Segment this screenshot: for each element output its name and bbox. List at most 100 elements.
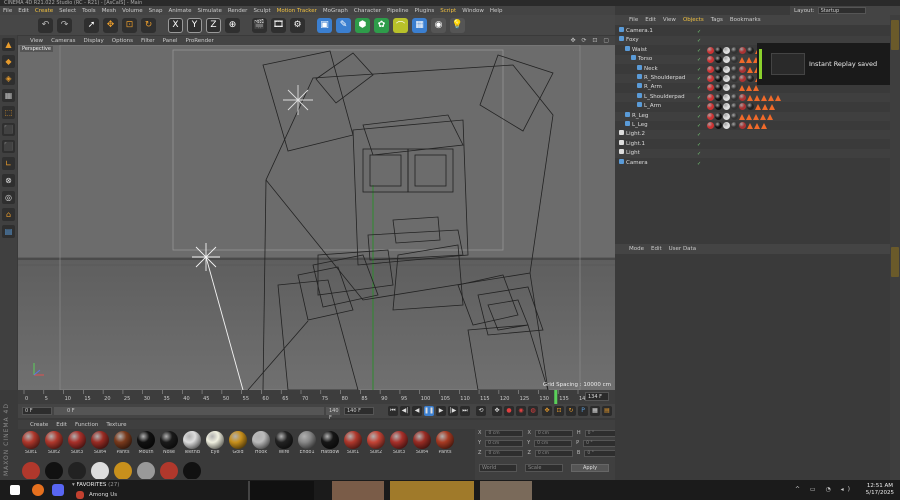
pen-spline-icon[interactable]: ✎	[336, 17, 351, 33]
material-tag-icon[interactable]	[707, 46, 714, 54]
material-tag-icon[interactable]	[723, 75, 730, 82]
game-thumbnail-4[interactable]	[480, 481, 532, 500]
material-tag-icon[interactable]	[739, 65, 746, 73]
current-frame-field[interactable]: 134 F	[585, 392, 609, 401]
viewport-menu-prorender[interactable]: ProRender	[186, 38, 214, 44]
object-name-cell[interactable]: Light	[619, 149, 640, 158]
material-swatch[interactable]: Suit2	[43, 431, 65, 455]
material-tag-icon[interactable]	[731, 93, 738, 101]
cube-primitive-icon[interactable]: ▣	[317, 17, 332, 33]
move-tool-icon[interactable]: ✥	[103, 17, 118, 33]
attributes-side-tab[interactable]	[891, 247, 899, 277]
material-swatch[interactable]: Endo1	[296, 431, 318, 455]
coordinate-field[interactable]: 0 cm	[485, 430, 524, 437]
menu-item-mograph[interactable]: MoGraph	[323, 8, 348, 14]
menu-item-mesh[interactable]: Mesh	[102, 8, 116, 14]
coordinate-mode-dropdown[interactable]: World	[479, 464, 517, 472]
coordinate-size-dropdown[interactable]: Scale	[525, 464, 563, 472]
edges-mode-icon[interactable]: ⬛	[2, 123, 15, 136]
polygons-mode-icon[interactable]: ⬛	[2, 140, 15, 153]
phong-tag-icon[interactable]	[739, 85, 745, 92]
material-tag-icon[interactable]	[723, 56, 730, 64]
scale-key-icon[interactable]: ⊡	[554, 406, 564, 416]
material-swatch[interactable]: Gold	[227, 431, 249, 455]
material-swatch[interactable]: TeethB	[181, 431, 203, 455]
object-row[interactable]: Light.1 ✓	[615, 139, 890, 149]
material-swatch[interactable]: Suit3	[388, 431, 410, 455]
system-tray-icons[interactable]: ^ ▭ ◔ ◂)	[795, 486, 854, 493]
phong-tag-icon[interactable]	[761, 94, 767, 101]
3d-viewport[interactable]: Perspective Grid Spacing : 10000 cm	[18, 45, 615, 390]
snapping-icon[interactable]: ◎	[2, 191, 15, 204]
attribute-menu-user-data[interactable]: User Data	[669, 246, 696, 252]
coordinate-field[interactable]: 0 cm	[485, 440, 524, 447]
material-tag-icon[interactable]	[707, 65, 714, 73]
material-swatch[interactable]: Wire	[273, 431, 295, 455]
material-tag-icon[interactable]	[715, 93, 722, 101]
phong-tag-icon[interactable]	[753, 85, 759, 92]
material-tag-icon[interactable]	[731, 46, 738, 54]
menu-item-help[interactable]: Help	[490, 8, 503, 14]
material-tag-icon[interactable]	[747, 103, 754, 111]
material-swatch[interactable]: HatBow	[319, 431, 341, 455]
object-name-cell[interactable]: Foxy	[619, 36, 639, 45]
workplane-lock-icon[interactable]: ▤	[2, 225, 15, 238]
menu-item-file[interactable]: File	[3, 8, 12, 14]
viewport-nav-icons[interactable]: ✥ ⟳ ⊡ ▢	[571, 37, 611, 44]
phong-tag-icon[interactable]	[767, 113, 773, 120]
material-menu-create[interactable]: Create	[30, 422, 48, 428]
material-swatch[interactable]: Eye	[204, 431, 226, 455]
material-tag-icon[interactable]	[707, 56, 714, 64]
menu-item-window[interactable]: Window	[462, 8, 484, 14]
light-object-icon[interactable]: 💡	[450, 17, 465, 33]
redo-icon[interactable]: ↷	[57, 17, 72, 33]
range-start-handle[interactable]	[54, 407, 64, 415]
subdivision-surface-icon[interactable]: ⬢	[355, 17, 370, 33]
material-tag-icon[interactable]	[731, 56, 738, 64]
timeline-playhead[interactable]	[554, 390, 558, 404]
material-preview-ball[interactable]	[183, 462, 201, 479]
timeline-ruler[interactable]: 0 5 10 15 20 25 30 35 40 45 50 55 60 65 70 75 80 85 90 95 10…	[18, 390, 615, 404]
game-thumbnail-3[interactable]	[390, 481, 474, 500]
object-menu-view[interactable]: View	[663, 17, 676, 23]
material-swatch[interactable]: Pants	[112, 431, 134, 455]
axis-mode-icon[interactable]: ∟	[2, 157, 15, 170]
phong-tag-icon[interactable]	[762, 104, 768, 111]
menu-item-animate[interactable]: Animate	[168, 8, 191, 14]
coordinate-system-icon[interactable]: ⊕	[225, 17, 240, 33]
select-cursor-icon[interactable]: ➚	[84, 17, 99, 33]
attribute-menu-mode[interactable]: Mode	[629, 246, 644, 252]
point-level-animation-icon[interactable]: ▦	[590, 406, 600, 416]
phong-tag-icon[interactable]	[775, 94, 781, 101]
object-name-cell[interactable]: Camera.1	[619, 27, 653, 36]
phong-tag-icon[interactable]	[761, 123, 767, 129]
undo-icon[interactable]: ↶	[38, 17, 53, 33]
object-name-cell[interactable]: Camera	[619, 158, 648, 168]
scale-tool-icon[interactable]: ⊡	[122, 17, 137, 33]
phong-tag-icon[interactable]	[754, 123, 760, 129]
material-swatch[interactable]: Suit2	[365, 431, 387, 455]
material-preview-ball[interactable]	[160, 462, 178, 479]
phong-tag-icon[interactable]	[747, 66, 753, 73]
object-menu-objects[interactable]: Objects	[683, 17, 704, 23]
parameter-key-icon[interactable]: P	[578, 406, 588, 416]
material-preview-ball[interactable]	[114, 462, 132, 479]
menu-item-create[interactable]: Create	[35, 8, 53, 14]
material-swatch[interactable]: Suit1	[20, 431, 42, 455]
go-to-end-icon[interactable]: ⏭	[460, 406, 470, 416]
material-preview-ball[interactable]	[22, 462, 40, 479]
play-forward-icon[interactable]: ❚❚	[424, 406, 434, 416]
object-name-cell[interactable]: R_Leg	[625, 111, 648, 121]
next-frame-icon[interactable]: ▶	[436, 406, 446, 416]
viewport-menu-display[interactable]: Display	[84, 38, 104, 44]
object-row[interactable]: Camera.1 ✓	[615, 27, 890, 36]
object-tags[interactable]	[707, 122, 767, 129]
menu-item-motion-tracker[interactable]: Motion Tracker	[277, 8, 317, 14]
material-tag-icon[interactable]	[739, 75, 746, 82]
material-preview-ball[interactable]	[68, 462, 86, 479]
menu-item-pipeline[interactable]: Pipeline	[387, 8, 409, 14]
object-row[interactable]: R_Leg ✓	[615, 111, 890, 121]
menu-item-sculpt[interactable]: Sculpt	[253, 8, 270, 14]
material-tag-icon[interactable]	[723, 65, 730, 73]
go-to-start-icon[interactable]: ⏮	[388, 406, 398, 416]
